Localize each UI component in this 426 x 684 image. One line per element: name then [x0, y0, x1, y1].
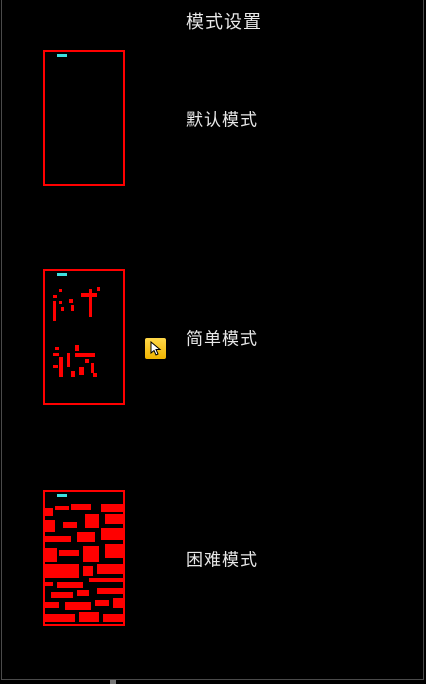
brick: [69, 299, 73, 303]
brick: [45, 548, 57, 562]
brick: [89, 578, 123, 582]
brick: [101, 528, 123, 540]
brick: [57, 582, 83, 588]
brick: [51, 592, 73, 598]
brick: [45, 602, 59, 608]
brick: [45, 614, 75, 622]
brick: [45, 508, 53, 516]
brick: [105, 514, 123, 524]
brick: [53, 301, 56, 321]
resize-handle: [110, 680, 116, 684]
brick: [101, 504, 123, 512]
brick: [103, 614, 123, 622]
brick: [59, 550, 79, 556]
brick: [91, 363, 94, 373]
brick: [105, 544, 123, 558]
brick: [45, 520, 55, 532]
brick: [53, 295, 57, 298]
brick: [53, 365, 58, 368]
paddle: [57, 494, 67, 497]
brick: [65, 602, 91, 610]
brick: [71, 305, 74, 311]
brick: [55, 347, 59, 350]
brick: [75, 345, 79, 351]
brick: [59, 289, 62, 292]
mode-preview-hard: [43, 490, 125, 626]
mode-label-hard: 困难模式: [186, 550, 258, 571]
brick: [79, 367, 84, 375]
mode-preview-default: [43, 50, 125, 186]
mode-selector-cursor[interactable]: [145, 338, 166, 359]
cursor-pointer-icon: [150, 341, 162, 356]
brick: [61, 307, 64, 311]
paddle: [57, 273, 67, 276]
brick: [97, 287, 100, 291]
brick: [113, 598, 123, 608]
brick: [55, 506, 69, 510]
brick: [45, 536, 71, 542]
brick: [45, 582, 53, 586]
brick: [59, 301, 62, 304]
brick: [89, 289, 92, 317]
brick: [77, 590, 89, 596]
brick: [97, 564, 123, 574]
mode-option-easy[interactable]: 简单模式: [0, 269, 426, 405]
brick: [97, 588, 123, 594]
brick: [45, 564, 79, 578]
brick: [59, 357, 63, 377]
brick: [93, 373, 97, 377]
brick: [95, 600, 109, 606]
brick: [83, 566, 93, 576]
brick: [75, 353, 95, 357]
brick: [67, 353, 70, 367]
brick: [71, 371, 75, 377]
page-title: 模式设置: [186, 12, 262, 33]
brick: [83, 546, 99, 562]
paddle: [57, 54, 67, 57]
mode-option-hard[interactable]: 困难模式: [0, 490, 426, 626]
brick: [71, 504, 91, 510]
brick: [79, 612, 99, 622]
mode-label-default: 默认模式: [186, 110, 258, 131]
brick: [85, 359, 89, 363]
brick: [63, 522, 77, 528]
mode-option-default[interactable]: 默认模式: [0, 50, 426, 186]
mode-label-easy: 简单模式: [186, 329, 258, 350]
brick: [77, 532, 95, 542]
mode-preview-easy: [43, 269, 125, 405]
brick: [53, 353, 59, 356]
brick: [85, 514, 99, 528]
